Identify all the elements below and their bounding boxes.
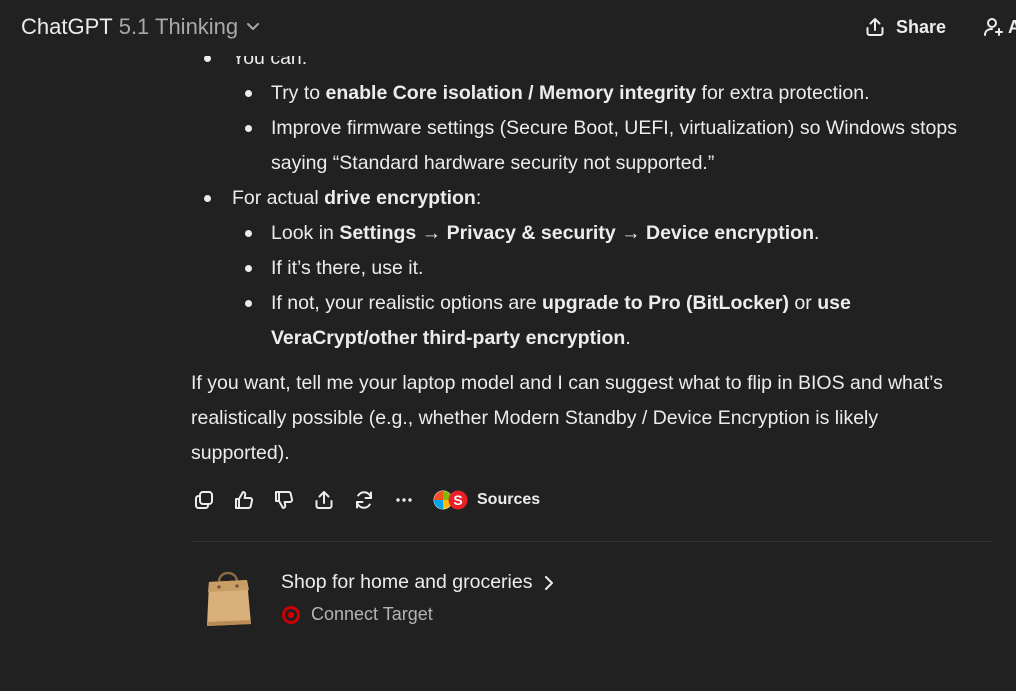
share-icon: [864, 16, 886, 38]
shop-subtitle-row: Connect Target: [281, 604, 433, 625]
chevron-right-icon: [544, 575, 554, 590]
bullet: [245, 125, 252, 132]
message-line: Try to enable Core isolation / Memory in…: [271, 82, 870, 104]
top-bar: ChatGPT 5.1 Thinking Share A: [0, 0, 1016, 56]
message-paragraph-line: supported).: [191, 442, 290, 464]
sources-badge-letter: S: [453, 492, 462, 508]
message-line: If it’s there, use it.: [271, 257, 424, 279]
message-line: VeraCrypt/other third-party encryption.: [271, 327, 631, 349]
thumbs-up-icon[interactable]: [231, 487, 257, 513]
bullet: [204, 55, 211, 62]
share-icon[interactable]: [311, 487, 337, 513]
sources-button[interactable]: S Sources: [433, 490, 540, 510]
chat-content: You can: Try to enable Core isolation / …: [0, 0, 1016, 691]
message-actions: S Sources: [191, 486, 540, 514]
model-variant: 5.1 Thinking: [118, 14, 239, 39]
message-line: If not, your realistic options are upgra…: [271, 292, 851, 314]
model-name: ChatGPT: [21, 14, 113, 39]
windows-logo-icon: S: [433, 490, 468, 510]
sources-logos: S: [433, 490, 469, 510]
add-people-button[interactable]: A: [982, 14, 1016, 40]
share-button[interactable]: Share: [864, 14, 946, 40]
chevron-down-icon: [246, 22, 260, 32]
message-line: For actual drive encryption:: [232, 187, 482, 209]
target-logo-icon: [281, 605, 301, 625]
sources-label: Sources: [477, 491, 541, 508]
more-icon[interactable]: [391, 487, 417, 513]
bullet: [245, 265, 252, 272]
bullet: [245, 300, 252, 307]
bullet: [245, 230, 252, 237]
bullet: [245, 90, 252, 97]
message-line: saying “Standard hardware security not s…: [271, 152, 715, 174]
shop-title-row: Shop for home and groceries: [281, 571, 554, 594]
message-paragraph-line: If you want, tell me your laptop model a…: [191, 372, 943, 394]
shop-subtitle: Connect Target: [311, 604, 433, 624]
share-label: Share: [896, 16, 947, 37]
shop-title: Shop for home and groceries: [281, 571, 533, 593]
divider: [191, 541, 993, 542]
add-user-icon: [982, 15, 1006, 39]
add-user-label: A: [1008, 16, 1016, 37]
message-line: Look in Settings → Privacy & security → …: [271, 222, 820, 244]
message-line: Improve firmware settings (Secure Boot, …: [271, 117, 957, 139]
model-selector[interactable]: ChatGPT 5.1 Thinking: [21, 12, 260, 42]
copy-icon[interactable]: [191, 487, 217, 513]
bullet: [204, 195, 211, 202]
message-paragraph-line: realistically possible (e.g., whether Mo…: [191, 407, 879, 429]
shop-suggestion-card[interactable]: Shop for home and groceries Connect Targ…: [201, 562, 621, 634]
thumbs-down-icon[interactable]: [271, 487, 297, 513]
regenerate-icon[interactable]: [351, 487, 377, 513]
shopping-bag-icon: [203, 566, 253, 633]
